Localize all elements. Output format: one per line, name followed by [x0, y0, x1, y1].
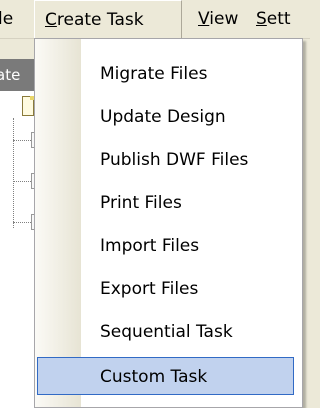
menu-create-task[interactable]: Create Task	[34, 0, 182, 39]
menu-bar: le Create Task View Sett	[0, 0, 310, 39]
tree-connector-horizontal	[13, 222, 31, 223]
menu-settings-label: Sett	[256, 9, 291, 29]
menu-view[interactable]: View	[198, 0, 238, 38]
menu-item-publish-dwf-files[interactable]: Publish DWF Files	[35, 140, 302, 180]
menu-view-label: View	[198, 9, 239, 29]
menu-file-label: le	[0, 9, 14, 29]
menu-item-label: Migrate Files	[100, 64, 208, 84]
menu-item-import-files[interactable]: Import Files	[35, 226, 302, 266]
background-column-header: ate	[0, 59, 34, 91]
menu-create-task-label: Create Task	[45, 10, 144, 30]
tree-connector-horizontal	[13, 181, 31, 182]
menu-item-update-design[interactable]: Update Design	[35, 97, 302, 137]
menu-item-label: Update Design	[100, 107, 226, 127]
tree-connector-vertical	[13, 118, 14, 228]
menu-item-custom-task[interactable]: Custom Task	[35, 357, 302, 397]
menu-item-print-files[interactable]: Print Files	[35, 183, 302, 223]
menu-settings[interactable]: Sett	[256, 0, 291, 38]
menu-item-label: Sequential Task	[100, 322, 233, 342]
menu-item-migrate-files[interactable]: Migrate Files	[35, 54, 302, 94]
document-icon	[22, 96, 34, 116]
background-header-text: ate	[0, 66, 21, 84]
menu-item-label: Import Files	[100, 236, 200, 256]
menu-item-sequential-task[interactable]: Sequential Task	[35, 312, 302, 352]
menu-item-label: Print Files	[100, 193, 182, 213]
menu-item-label: Publish DWF Files	[100, 150, 249, 170]
create-task-dropdown: Migrate Files Update Design Publish DWF …	[34, 38, 303, 408]
menu-item-label: Export Files	[100, 279, 199, 299]
menu-item-export-files[interactable]: Export Files	[35, 269, 302, 309]
tree-connector-horizontal	[13, 140, 31, 141]
menu-item-label: Custom Task	[100, 367, 208, 387]
application-window: ate le Create Task View Sett Migrate Fil…	[0, 0, 310, 408]
menu-file[interactable]: le	[0, 0, 13, 38]
